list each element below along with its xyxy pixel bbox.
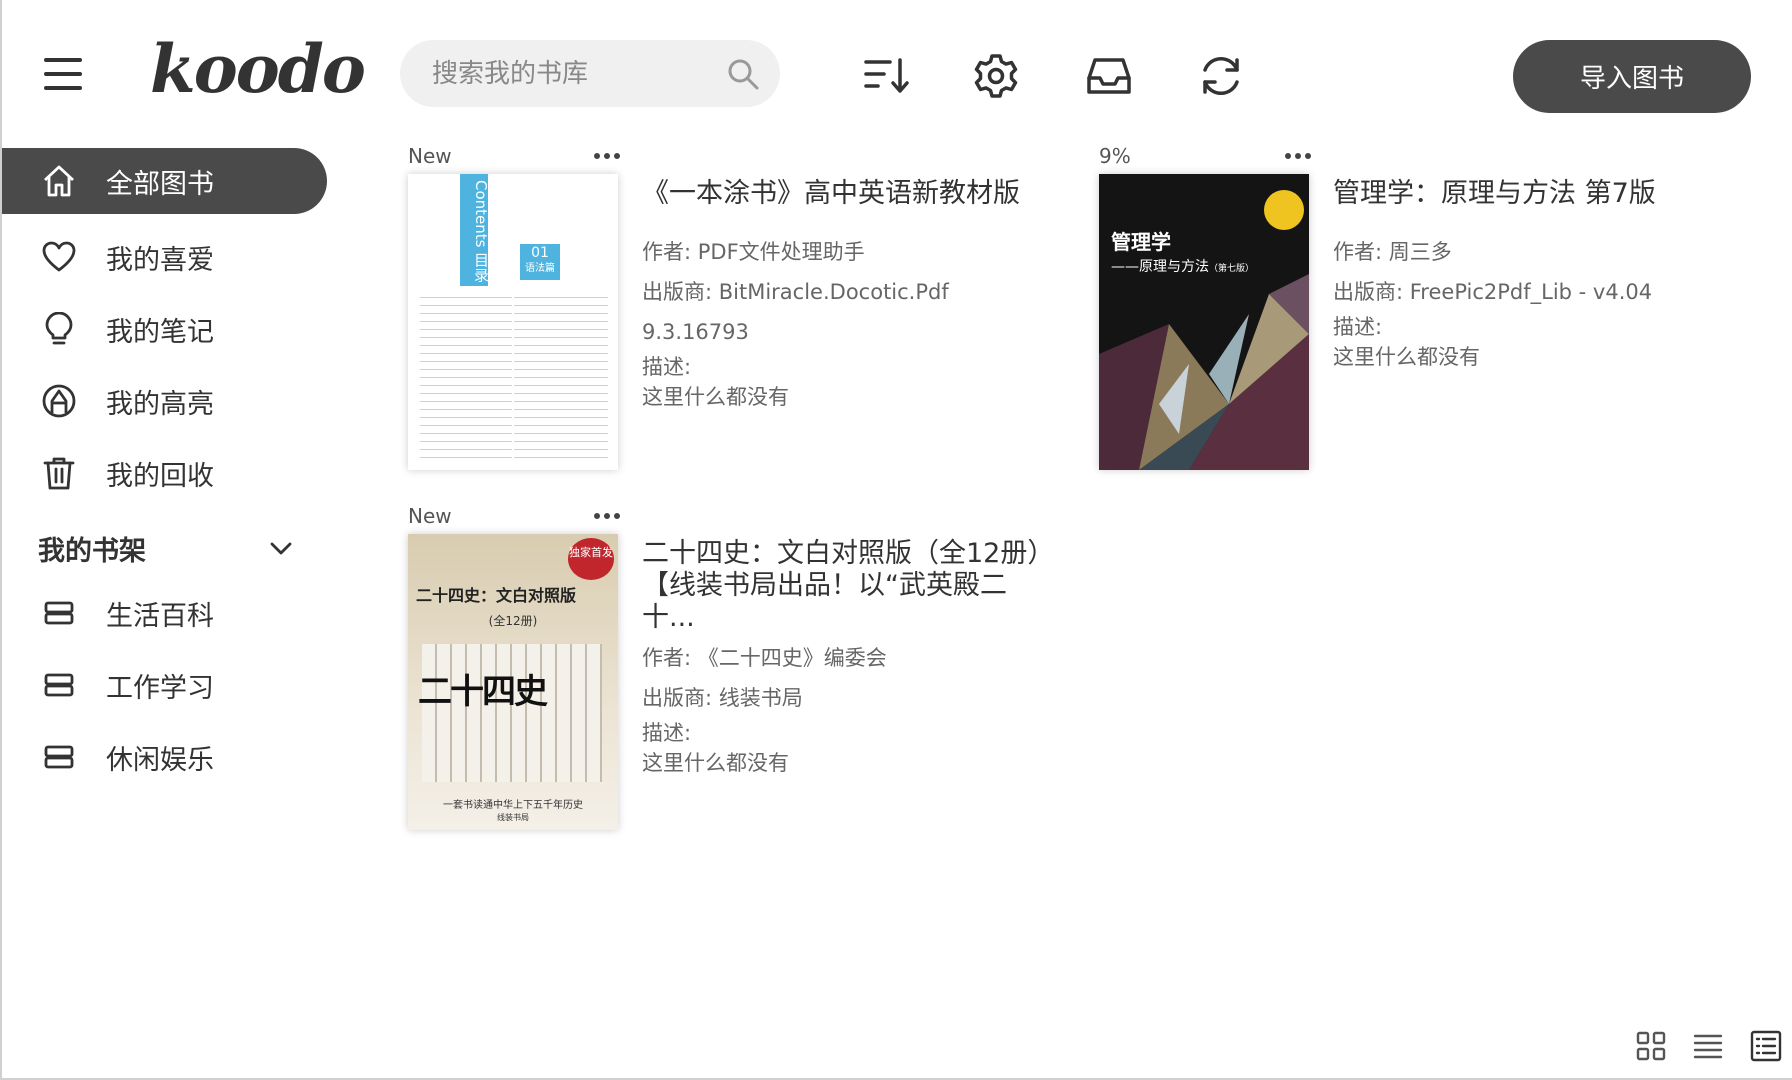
book-author: 作者: PDF文件处理助手 [642, 240, 865, 264]
book-info: 二十四史：文白对照版（全12册）【线装书局出品！以“武英殿二十... 作者: 《… [642, 538, 1052, 778]
grid-view-icon[interactable] [1635, 1030, 1667, 1062]
sidebar-item-label: 休闲娱乐 [106, 744, 214, 776]
book-publisher: 出版商: BitMiracle.Docotic.Pdf 9.3.16793 [642, 280, 949, 344]
lightbulb-icon [45, 312, 73, 345]
cover-contents-text: Contents 目录 [472, 179, 490, 283]
menu-icon[interactable] [44, 58, 82, 92]
book-desc: 这里什么都没有 [642, 385, 789, 409]
sidebar-item-trash[interactable]: 我的回收 [2, 440, 327, 506]
search-box [400, 40, 780, 107]
shelf-icon [44, 673, 74, 697]
cover-chapter-badge: 01 语法篇 [520, 244, 560, 280]
cover-calligraphy: 二十四史 [418, 672, 548, 712]
app-logo: koodo [150, 30, 366, 108]
book-desc: 这里什么都没有 [1333, 345, 1480, 369]
sidebar-item-highlights[interactable]: 我的高亮 [2, 368, 327, 434]
sidebar-item-label: 我的高亮 [106, 388, 214, 420]
book-card: New 独家首发 二十四史：文白对照版 (全12册) 二十四史 一套书读通中华上… [408, 504, 1098, 844]
shelf-icon [44, 745, 74, 769]
import-book-button[interactable]: 导入图书 [1513, 40, 1751, 113]
book-cover[interactable]: 管理学 ——原理与方法（第七版） [1099, 174, 1309, 470]
book-cover[interactable]: 独家首发 二十四史：文白对照版 (全12册) 二十四史 一套书读通中华上下五千年… [408, 534, 618, 830]
cover-subtitle: (全12册) [488, 614, 538, 628]
sync-icon[interactable] [1197, 52, 1245, 100]
more-options-icon[interactable] [592, 506, 622, 526]
cover-toc-lines [420, 292, 608, 462]
detail-view-icon[interactable] [1750, 1030, 1782, 1062]
more-options-icon[interactable] [1283, 146, 1313, 166]
book-desc-label: 描述: [1333, 315, 1383, 339]
sidebar-item-favorites[interactable]: 我的喜爱 [2, 224, 327, 290]
sort-icon[interactable] [862, 52, 910, 100]
book-cover[interactable]: Contents 目录 01 语法篇 [408, 174, 618, 470]
book-title[interactable]: 《一本涂书》高中英语新教材版 [642, 178, 1052, 210]
book-publisher: 出版商: 线装书局 [642, 686, 803, 710]
sidebar-item-all-books[interactable]: 全部图书 [2, 148, 327, 214]
inbox-icon[interactable] [1085, 52, 1133, 100]
book-author: 作者: 《二十四史》编委会 [642, 646, 887, 670]
book-desc-label: 描述: [642, 721, 692, 745]
cover-exclusive-tag: 独家首发 [568, 538, 614, 580]
cover-title: 管理学 [1111, 230, 1171, 254]
chevron-down-icon[interactable] [268, 535, 294, 561]
sidebar-item-label: 我的笔记 [106, 316, 214, 348]
book-author: 作者: 周三多 [1333, 240, 1452, 264]
book-publisher: 出版商: FreePic2Pdf_Lib - v4.04 [1333, 280, 1653, 304]
sidebar-item-label: 工作学习 [106, 672, 214, 704]
book-progress-badge: 9% [1099, 144, 1131, 168]
search-icon[interactable] [726, 57, 760, 91]
book-title[interactable]: 二十四史：文白对照版（全12册）【线装书局出品！以“武英殿二十... [642, 538, 1052, 634]
book-card: New Contents 目录 01 语法篇 《一本涂书》高中英语新教材版 作者… [408, 144, 1098, 484]
book-title[interactable]: 管理学：原理与方法 第7版 [1333, 178, 1743, 210]
more-options-icon[interactable] [592, 146, 622, 166]
cover-title: 二十四史：文白对照版 [416, 586, 577, 605]
heart-icon [42, 241, 76, 272]
home-icon [44, 165, 74, 197]
sidebar-item-label: 全部图书 [106, 168, 214, 200]
sidebar-shelf-work[interactable]: 工作学习 [2, 652, 327, 718]
cover-seal [1264, 190, 1304, 230]
app-window: koodo 导入图书 [0, 0, 1792, 1080]
sidebar-item-label: 我的喜爱 [106, 244, 214, 276]
book-info: 《一本涂书》高中英语新教材版 作者: PDF文件处理助手 出版商: BitMir… [642, 178, 1052, 412]
book-desc: 这里什么都没有 [642, 751, 789, 775]
trash-icon [43, 457, 75, 490]
cover-subtitle: ——原理与方法（第七版） [1111, 259, 1255, 275]
sidebar-item-notes[interactable]: 我的笔记 [2, 296, 327, 362]
highlighter-icon [42, 384, 76, 418]
gear-icon[interactable] [972, 52, 1020, 100]
book-status-badge: New [408, 504, 452, 528]
search-input[interactable] [432, 40, 712, 107]
cover-footer: 一套书读通中华上下五千年历史 [443, 800, 583, 811]
sidebar-item-label: 我的回收 [106, 460, 214, 492]
list-view-icon[interactable] [1692, 1030, 1724, 1062]
book-desc-label: 描述: [642, 355, 692, 379]
shelf-section-header: 我的书架 [38, 528, 298, 568]
sidebar-item-label: 生活百科 [106, 600, 214, 632]
book-card: 9% 管理学 ——原理与方法（第七版） 管理学：原理与方法 第7版 作者: 周三… [1099, 144, 1789, 484]
sidebar-shelf-life[interactable]: 生活百科 [2, 580, 327, 646]
cover-publisher-mark: 线装书局 [497, 813, 529, 822]
book-status-badge: New [408, 144, 452, 168]
shelf-icon [44, 601, 74, 625]
book-info: 管理学：原理与方法 第7版 作者: 周三多 出版商: FreePic2Pdf_L… [1333, 178, 1743, 372]
sidebar-shelf-leisure[interactable]: 休闲娱乐 [2, 724, 327, 790]
shelf-section-title: 我的书架 [38, 535, 146, 567]
